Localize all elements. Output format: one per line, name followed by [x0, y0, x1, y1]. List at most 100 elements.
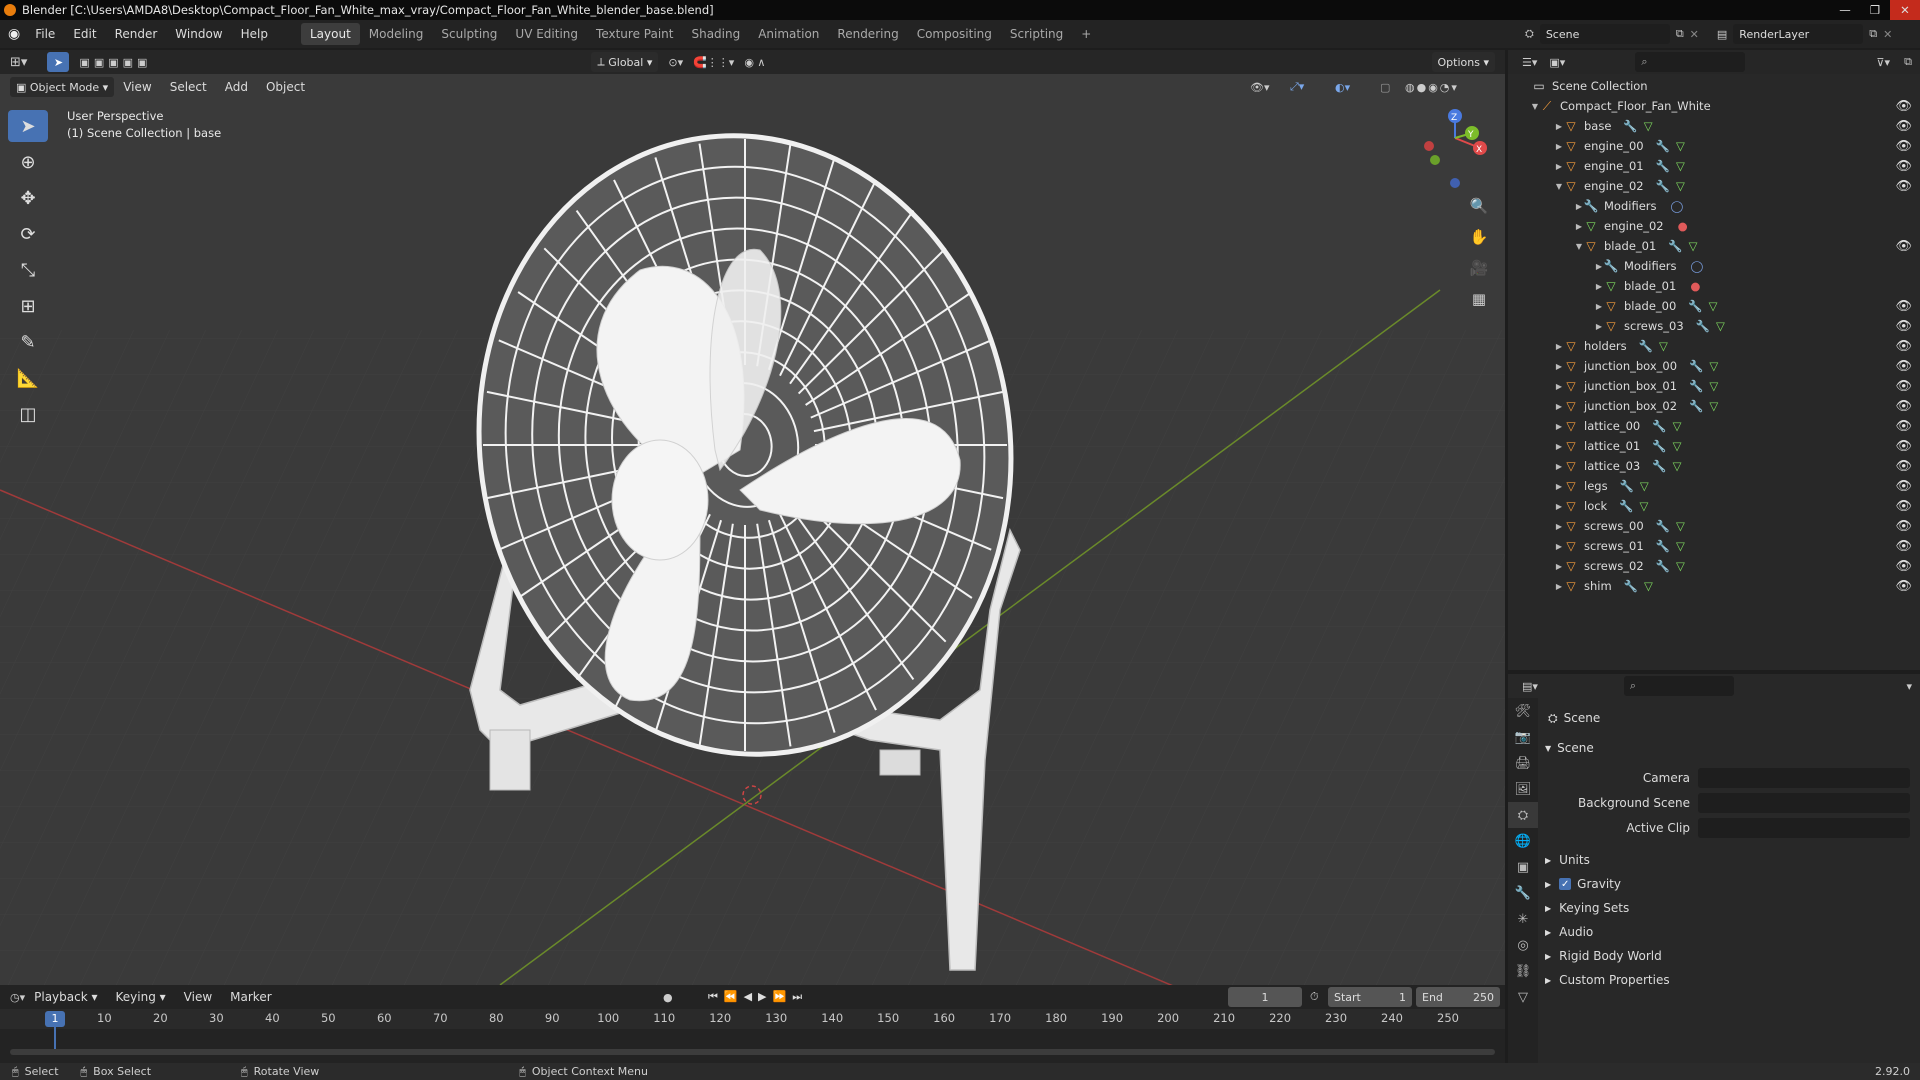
- outliner-row-legs[interactable]: ▶ ▽ legs 🔧 ▽ 👁: [1508, 476, 1920, 496]
- properties-options-icon[interactable]: ▾: [1906, 680, 1912, 693]
- minimize-button[interactable]: —: [1830, 0, 1860, 20]
- camera-field[interactable]: [1698, 768, 1910, 788]
- end-frame-field[interactable]: End 250: [1416, 987, 1500, 1007]
- constraints-tab-icon[interactable]: ⛓: [1508, 958, 1538, 984]
- outliner-row-engine-02[interactable]: ▼ ▽ engine_02 🔧 ▽ 👁: [1508, 176, 1920, 196]
- scale-tool-icon[interactable]: ⤡: [8, 254, 48, 286]
- xray-icon[interactable]: ▢: [1380, 81, 1390, 94]
- menu-playback[interactable]: Playback ▾: [25, 987, 106, 1007]
- expand-toggle-icon[interactable]: ▶: [1554, 542, 1564, 551]
- expand-toggle-icon[interactable]: ▶: [1554, 342, 1564, 351]
- outliner-row-modifiers[interactable]: ▶ 🔧 Modifiers ◯: [1508, 256, 1920, 276]
- 3d-viewport[interactable]: ⊞▾ ➤ ▣▣▣▣▣ ⟂ Global ▾ ⊙▾ 🧲⋮⋮▾ ◉ ∧ Option…: [0, 50, 1505, 985]
- tab-layout[interactable]: Layout: [300, 23, 360, 45]
- menu-view[interactable]: View: [114, 77, 160, 97]
- eye-icon[interactable]: 👁: [1895, 439, 1912, 454]
- eye-icon[interactable]: 👁: [1895, 579, 1912, 594]
- expand-toggle-icon[interactable]: ▶: [1554, 362, 1564, 371]
- eye-icon[interactable]: 👁: [1895, 239, 1912, 254]
- expand-toggle-icon[interactable]: ▶: [1554, 502, 1564, 511]
- menu-window[interactable]: Window: [166, 24, 231, 44]
- section-custom-properties[interactable]: ▶ Custom Properties: [1545, 970, 1670, 990]
- properties-search-field[interactable]: ⌕: [1623, 676, 1734, 696]
- outliner-row-lattice-03[interactable]: ▶ ▽ lattice_03 🔧 ▽ 👁: [1508, 456, 1920, 476]
- eye-icon[interactable]: 👁: [1895, 479, 1912, 494]
- expand-toggle-icon[interactable]: ▶: [1594, 282, 1604, 291]
- eye-icon[interactable]: 👁: [1895, 459, 1912, 474]
- outliner-row-screws-01[interactable]: ▶ ▽ screws_01 🔧 ▽ 👁: [1508, 536, 1920, 556]
- expand-toggle-icon[interactable]: ▶: [1594, 322, 1604, 331]
- expand-toggle-icon[interactable]: ▶: [1554, 402, 1564, 411]
- physics-tab-icon[interactable]: ◎: [1508, 932, 1538, 958]
- expand-toggle-icon[interactable]: ▶: [1545, 904, 1551, 913]
- eye-icon[interactable]: 👁: [1895, 99, 1912, 114]
- outliner-row-lattice-01[interactable]: ▶ ▽ lattice_01 🔧 ▽ 👁: [1508, 436, 1920, 456]
- clock-icon[interactable]: ⏱: [1310, 990, 1319, 1004]
- background-scene-field[interactable]: [1698, 793, 1910, 813]
- eye-icon[interactable]: 👁: [1895, 299, 1912, 314]
- select-box-tool-icon[interactable]: ➤: [8, 110, 48, 142]
- section-rigid-body-world[interactable]: ▶ Rigid Body World: [1545, 946, 1662, 966]
- eye-icon[interactable]: 👁: [1895, 319, 1912, 334]
- options-button[interactable]: Options ▾: [1431, 52, 1495, 72]
- modifier-tab-icon[interactable]: 🔧: [1508, 880, 1538, 906]
- display-mode-icon[interactable]: ▣▾: [1549, 56, 1565, 69]
- select-mode-icons[interactable]: ▣▣▣▣▣: [79, 56, 151, 69]
- outliner-search-field[interactable]: ⌕: [1635, 52, 1746, 72]
- tab-scripting[interactable]: Scripting: [1001, 23, 1072, 45]
- outliner-row-engine-02[interactable]: ▶ ▽ engine_02 ●: [1508, 216, 1920, 236]
- outliner-row-screws-03[interactable]: ▶ ▽ screws_03 🔧 ▽ 👁: [1508, 316, 1920, 336]
- data-tab-icon[interactable]: ▽: [1508, 984, 1538, 1010]
- expand-toggle-icon[interactable]: ▶: [1554, 522, 1564, 531]
- eye-icon[interactable]: 👁: [1895, 499, 1912, 514]
- expand-toggle-icon[interactable]: ▼: [1574, 242, 1584, 251]
- zoom-icon[interactable]: 🔍: [1465, 192, 1493, 220]
- eye-icon[interactable]: 👁: [1895, 159, 1912, 174]
- menu-edit[interactable]: Edit: [64, 24, 105, 44]
- eye-icon[interactable]: 👁: [1895, 379, 1912, 394]
- tab-uv-editing[interactable]: UV Editing: [506, 23, 587, 45]
- tab-shading[interactable]: Shading: [682, 23, 749, 45]
- outliner-row-collection[interactable]: ▼ ⟋ Compact_Floor_Fan_White 👁: [1508, 96, 1920, 116]
- view-layer-tab-icon[interactable]: 🖼: [1508, 776, 1538, 802]
- expand-toggle-icon[interactable]: ▶: [1554, 122, 1564, 131]
- outliner-editor-icon[interactable]: ☰▾: [1522, 56, 1537, 69]
- outliner-row-junction-box-02[interactable]: ▶ ▽ junction_box_02 🔧 ▽ 👁: [1508, 396, 1920, 416]
- outliner-row-lock[interactable]: ▶ ▽ lock 🔧 ▽ 👁: [1508, 496, 1920, 516]
- eye-icon[interactable]: 👁: [1895, 359, 1912, 374]
- editor-type-icon[interactable]: ⊞▾: [10, 55, 27, 70]
- expand-toggle-icon[interactable]: ▶: [1545, 976, 1551, 985]
- eye-icon[interactable]: 👁: [1895, 539, 1912, 554]
- expand-toggle-icon[interactable]: ▶: [1554, 482, 1564, 491]
- section-audio[interactable]: ▶ Audio: [1545, 922, 1593, 942]
- section-units[interactable]: ▶ Units: [1545, 850, 1590, 870]
- tab-animation[interactable]: Animation: [749, 23, 828, 45]
- tab-sculpting[interactable]: Sculpting: [432, 23, 506, 45]
- menu-file[interactable]: File: [26, 24, 64, 44]
- menu-render[interactable]: Render: [106, 24, 167, 44]
- maximize-button[interactable]: ❐: [1860, 0, 1890, 20]
- render-tab-icon[interactable]: 📷: [1508, 724, 1538, 750]
- rotate-tool-icon[interactable]: ⟳: [8, 218, 48, 250]
- outliner-row-shim[interactable]: ▶ ▽ shim 🔧 ▽ 👁: [1508, 576, 1920, 596]
- outliner-row-scene-collection[interactable]: ▭ Scene Collection: [1508, 76, 1920, 96]
- expand-toggle-icon[interactable]: ▶: [1594, 262, 1604, 271]
- pan-hand-icon[interactable]: ✋: [1465, 223, 1493, 251]
- menu-keying[interactable]: Keying ▾: [107, 987, 175, 1007]
- current-frame-indicator[interactable]: 1: [45, 1011, 65, 1027]
- viewport-canvas[interactable]: [0, 50, 1505, 985]
- gravity-checkbox[interactable]: ✓: [1559, 878, 1572, 890]
- outliner-row-screws-02[interactable]: ▶ ▽ screws_02 🔧 ▽ 👁: [1508, 556, 1920, 576]
- snap-icon[interactable]: 🧲⋮⋮▾: [693, 56, 734, 69]
- timeline-scrollbar[interactable]: [10, 1049, 1495, 1055]
- tab-compositing[interactable]: Compositing: [908, 23, 1001, 45]
- scene-panel-header[interactable]: ▼ Scene: [1545, 738, 1594, 758]
- outliner-row-junction-box-00[interactable]: ▶ ▽ junction_box_00 🔧 ▽ 👁: [1508, 356, 1920, 376]
- outliner-row-lattice-00[interactable]: ▶ ▽ lattice_00 🔧 ▽ 👁: [1508, 416, 1920, 436]
- shading-modes-icon[interactable]: ◍●◉◔▾: [1405, 81, 1459, 94]
- outliner-row-engine-01[interactable]: ▶ ▽ engine_01 🔧 ▽ 👁: [1508, 156, 1920, 176]
- tab-rendering[interactable]: Rendering: [828, 23, 907, 45]
- expand-toggle-icon[interactable]: ▶: [1554, 422, 1564, 431]
- transform-tool-icon[interactable]: ⊞: [8, 290, 48, 322]
- move-tool-icon[interactable]: ✥: [8, 182, 48, 214]
